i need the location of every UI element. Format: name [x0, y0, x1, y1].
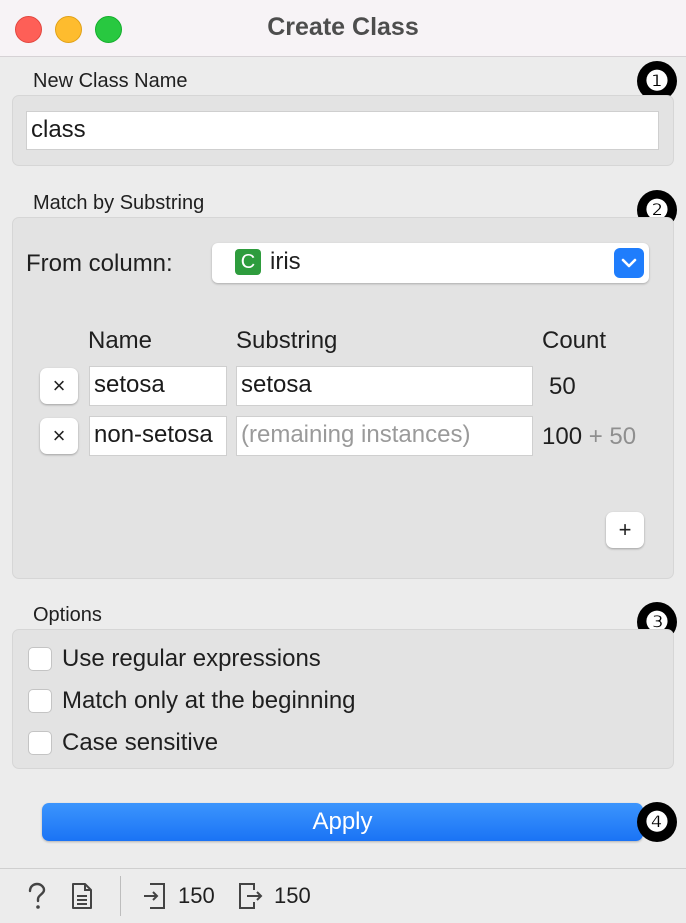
- input-data-icon: [142, 882, 168, 915]
- add-row-button[interactable]: +: [606, 512, 644, 548]
- row-name-input[interactable]: setosa: [89, 366, 227, 406]
- name-column-header: Name: [88, 327, 153, 354]
- help-icon[interactable]: [24, 882, 50, 915]
- match-by-substring-label: Match by Substring: [33, 192, 205, 214]
- match-beginning-checkbox[interactable]: [28, 689, 52, 713]
- window-title: Create Class: [267, 13, 419, 41]
- row-substring-input[interactable]: (remaining instances): [236, 416, 533, 456]
- case-sensitive-checkbox[interactable]: [28, 731, 52, 755]
- row-count: 50: [549, 373, 576, 401]
- match-beginning-label[interactable]: Match only at the beginning: [62, 687, 356, 715]
- class-name-input[interactable]: class: [26, 111, 659, 150]
- status-separator: [120, 876, 121, 916]
- output-count: 150: [274, 883, 311, 908]
- input-count: 150: [178, 883, 215, 908]
- categorical-variable-icon: C: [235, 249, 261, 275]
- callout-marker-4: ❹: [637, 802, 677, 842]
- substring-column-header: Substring: [236, 327, 338, 354]
- row-count-value: 100: [542, 423, 583, 450]
- from-column-select[interactable]: C iris: [212, 243, 649, 283]
- status-bar: 150 150: [0, 868, 686, 923]
- count-column-header: Count: [542, 327, 607, 354]
- from-column-value: iris: [270, 248, 301, 275]
- new-class-name-label: New Class Name: [33, 70, 188, 92]
- row-count-value: 50: [549, 373, 576, 400]
- report-icon[interactable]: [70, 882, 94, 915]
- from-column-label: From column:: [26, 250, 173, 277]
- apply-button[interactable]: Apply: [42, 803, 643, 841]
- remove-row-button[interactable]: ×: [40, 418, 78, 454]
- output-data-icon: [238, 882, 264, 915]
- use-regex-label[interactable]: Use regular expressions: [62, 645, 321, 673]
- case-sensitive-label[interactable]: Case sensitive: [62, 729, 218, 757]
- row-name-input[interactable]: non-setosa: [89, 416, 227, 456]
- options-label: Options: [33, 604, 102, 626]
- row-substring-input[interactable]: setosa: [236, 366, 533, 406]
- use-regex-checkbox[interactable]: [28, 647, 52, 671]
- title-bar: Create Class: [0, 0, 686, 57]
- remove-row-button[interactable]: ×: [40, 368, 78, 404]
- row-count-extra: + 50: [588, 423, 637, 450]
- row-count: 100 + 50: [542, 423, 636, 451]
- chevron-down-icon: [614, 248, 644, 278]
